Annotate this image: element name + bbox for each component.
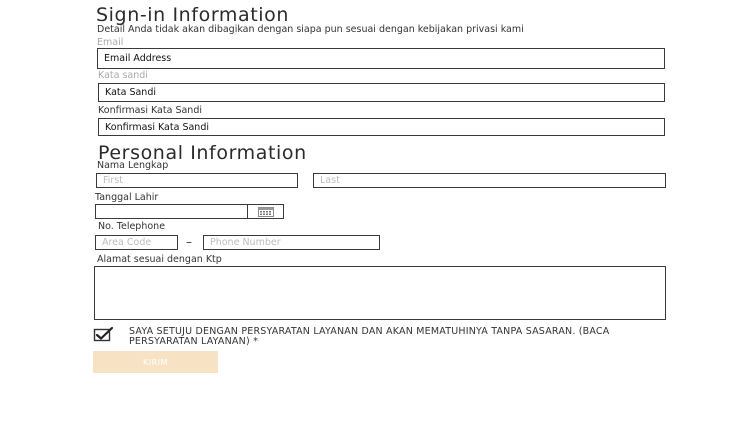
submit-button[interactable]: KIRIM: [93, 351, 218, 373]
registration-form: Sign-in Information Detail Anda tidak ak…: [0, 0, 756, 434]
privacy-description: Detail Anda tidak akan dibagikan dengan …: [97, 24, 524, 35]
first-name-field[interactable]: First: [96, 173, 298, 188]
email-field[interactable]: Email Address: [97, 48, 665, 69]
submit-label: KIRIM: [143, 357, 168, 367]
address-label: Alamat sesuai dengan Ktp: [97, 254, 222, 265]
birthdate-label: Tanggal Lahir: [95, 192, 159, 203]
password-field[interactable]: Kata Sandi: [98, 83, 665, 102]
password-value: Kata Sandi: [105, 87, 156, 98]
confirm-password-field[interactable]: Konfirmasi Kata Sandi: [98, 118, 665, 136]
agreement-text: SAYA SETUJU DENGAN PERSYARATAN LAYANAN D…: [129, 326, 610, 347]
last-name-placeholder: Last: [320, 175, 340, 186]
confirm-password-value: Konfirmasi Kata Sandi: [105, 121, 209, 133]
birthdate-field[interactable]: [95, 204, 248, 219]
area-code-placeholder: Area Code: [102, 237, 152, 248]
confirm-password-label: Konfirmasi Kata Sandi: [98, 105, 202, 116]
signin-section-title: Sign-in Information: [96, 4, 290, 26]
first-name-placeholder: First: [103, 175, 123, 186]
calendar-button[interactable]: [247, 204, 284, 219]
area-code-field[interactable]: Area Code: [95, 235, 178, 250]
phone-number-placeholder: Phone Number: [210, 237, 281, 248]
phone-number-field[interactable]: Phone Number: [203, 235, 380, 250]
phone-separator: –: [186, 235, 192, 249]
password-label: Kata sandi: [98, 70, 148, 81]
calendar-icon: [257, 206, 274, 217]
fullname-label: Nama Lengkap: [97, 160, 169, 171]
agreement-checkbox[interactable]: [92, 326, 114, 342]
email-value: Email Address: [104, 53, 172, 64]
address-textarea[interactable]: [94, 266, 666, 320]
checkmark-icon: [93, 326, 114, 342]
phone-label: No. Telephone: [98, 221, 166, 232]
last-name-field[interactable]: Last: [313, 173, 666, 188]
